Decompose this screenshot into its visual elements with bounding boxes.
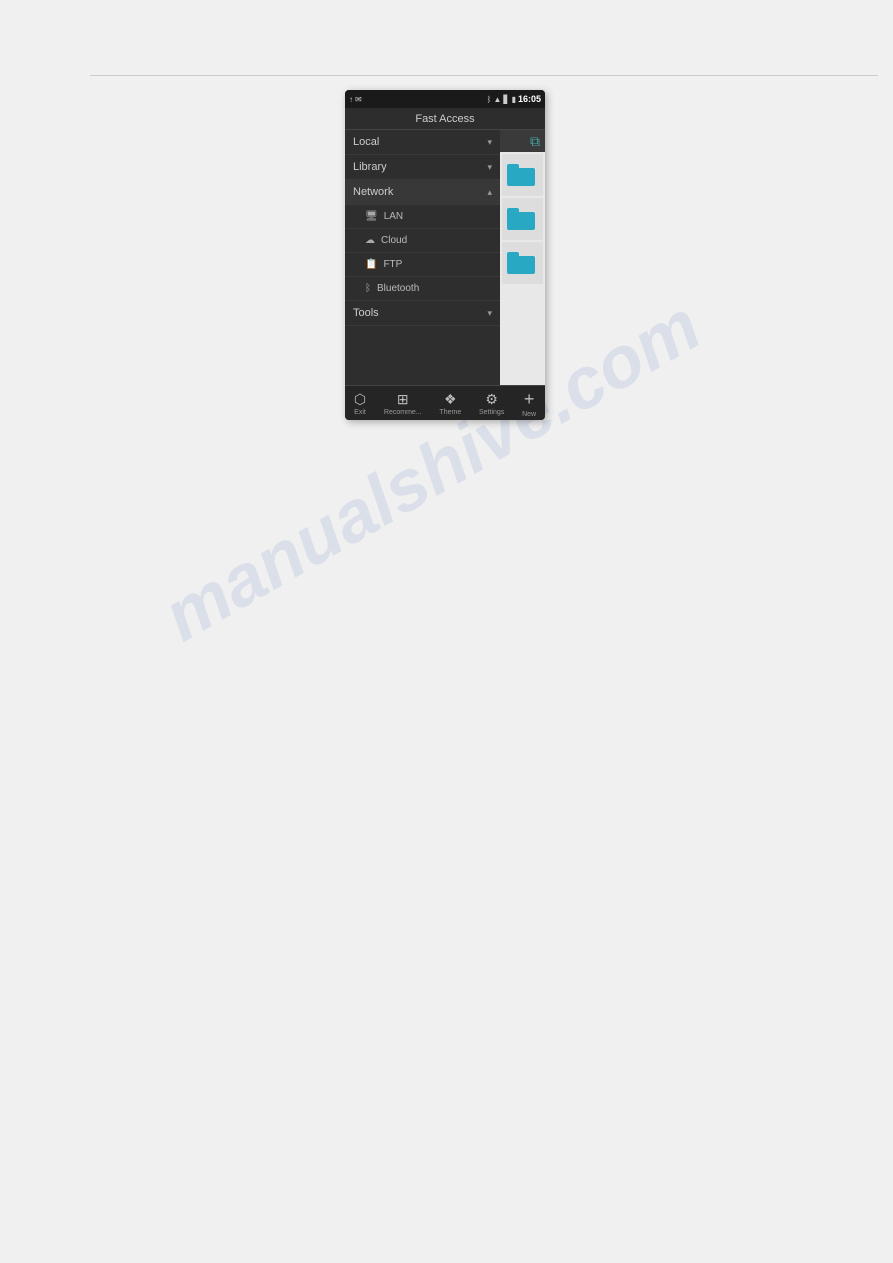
folder-item-podcasts[interactable]: Podcasts xyxy=(502,242,543,284)
network-chevron-icon: ▴ xyxy=(487,187,492,198)
local-chevron-icon: ▾ xyxy=(487,137,492,148)
folder-icon-alarms xyxy=(507,164,535,186)
settings-icon: ⚙ xyxy=(485,391,498,408)
sidebar-sub-item-ftp[interactable]: 📋 FTP xyxy=(345,253,500,277)
status-time: 16:05 xyxy=(518,94,541,104)
sidebar-item-tools[interactable]: Tools ▾ xyxy=(345,301,500,326)
sidebar-sub-item-cloud[interactable]: ☁ Cloud xyxy=(345,229,500,253)
bluetooth-icon: ᛒ xyxy=(487,95,492,104)
bluetooth-sub-icon: ᛒ xyxy=(365,283,371,294)
status-right-icons: ᛒ ▲ ▋ ▮ 16:05 xyxy=(487,94,541,104)
toolbar-item-settings[interactable]: ⚙ Settings xyxy=(479,391,504,416)
sidebar-sub-item-bluetooth[interactable]: ᛒ Bluetooth xyxy=(345,277,500,301)
bottom-toolbar: ⬡ Exit ⊞ Recomme... ❖ Theme ⚙ Settings +… xyxy=(345,385,545,420)
bluetooth-label: Bluetooth xyxy=(377,283,419,294)
sidebar-item-network[interactable]: Network ▴ xyxy=(345,180,500,205)
sidebar-item-library-label: Library xyxy=(353,161,387,173)
panel-window-icon: ⧉ xyxy=(530,133,540,150)
theme-icon: ❖ xyxy=(444,391,457,408)
recommend-label: Recomme... xyxy=(384,409,422,416)
right-panel: ⧉ Alarms Movies Podcasts xyxy=(500,130,545,385)
sidebar-sub-item-lan[interactable]: 🖥 LAN xyxy=(345,205,500,229)
theme-label: Theme xyxy=(439,409,461,416)
toolbar-item-exit[interactable]: ⬡ Exit xyxy=(354,391,366,416)
ftp-label: FTP xyxy=(383,259,402,270)
top-divider xyxy=(90,75,878,76)
title-bar: Fast Access xyxy=(345,108,545,130)
folder-icon-movies xyxy=(507,208,535,230)
folder-item-movies[interactable]: Movies xyxy=(502,198,543,240)
new-label: New xyxy=(522,411,536,418)
wifi-icon: ▲ xyxy=(493,95,501,104)
main-area: Local ▾ Library ▾ Network ▴ 🖥 LAN ☁ Clo xyxy=(345,130,545,385)
status-bar: ↑ ✉ ᛒ ▲ ▋ ▮ 16:05 xyxy=(345,90,545,108)
new-icon: + xyxy=(524,389,535,410)
settings-label: Settings xyxy=(479,409,504,416)
signal-icon: ▋ xyxy=(503,95,509,104)
sidebar-item-network-label: Network xyxy=(353,186,393,198)
folder-grid: Alarms Movies Podcasts xyxy=(500,152,545,385)
lan-label: LAN xyxy=(384,211,403,222)
sidebar: Local ▾ Library ▾ Network ▴ 🖥 LAN ☁ Clo xyxy=(345,130,500,385)
phone-mockup: ↑ ✉ ᛒ ▲ ▋ ▮ 16:05 Fast Access Local ▾ Li… xyxy=(345,90,545,420)
cloud-label: Cloud xyxy=(381,235,407,246)
sidebar-item-local[interactable]: Local ▾ xyxy=(345,130,500,155)
sidebar-item-tools-label: Tools xyxy=(353,307,379,319)
ftp-icon: 📋 xyxy=(365,259,377,270)
exit-icon: ⬡ xyxy=(354,391,366,408)
exit-label: Exit xyxy=(354,409,366,416)
sidebar-item-local-label: Local xyxy=(353,136,379,148)
sidebar-item-library[interactable]: Library ▾ xyxy=(345,155,500,180)
status-left-icons: ↑ ✉ xyxy=(349,95,362,104)
battery-icon: ▮ xyxy=(512,95,516,104)
lan-icon: 🖥 xyxy=(365,211,378,222)
toolbar-item-recommend[interactable]: ⊞ Recomme... xyxy=(384,391,422,416)
title-bar-label: Fast Access xyxy=(415,113,474,125)
folder-icon-podcasts xyxy=(507,252,535,274)
toolbar-item-new[interactable]: + New xyxy=(522,389,536,418)
antenna-icon: ↑ xyxy=(349,95,353,104)
tools-chevron-icon: ▾ xyxy=(487,308,492,319)
message-icon: ✉ xyxy=(355,95,362,104)
recommend-icon: ⊞ xyxy=(397,391,409,408)
folder-item-alarms[interactable]: Alarms xyxy=(502,154,543,196)
right-panel-header: ⧉ xyxy=(500,130,545,152)
library-chevron-icon: ▾ xyxy=(487,162,492,173)
cloud-icon: ☁ xyxy=(365,235,375,246)
toolbar-item-theme[interactable]: ❖ Theme xyxy=(439,391,461,416)
